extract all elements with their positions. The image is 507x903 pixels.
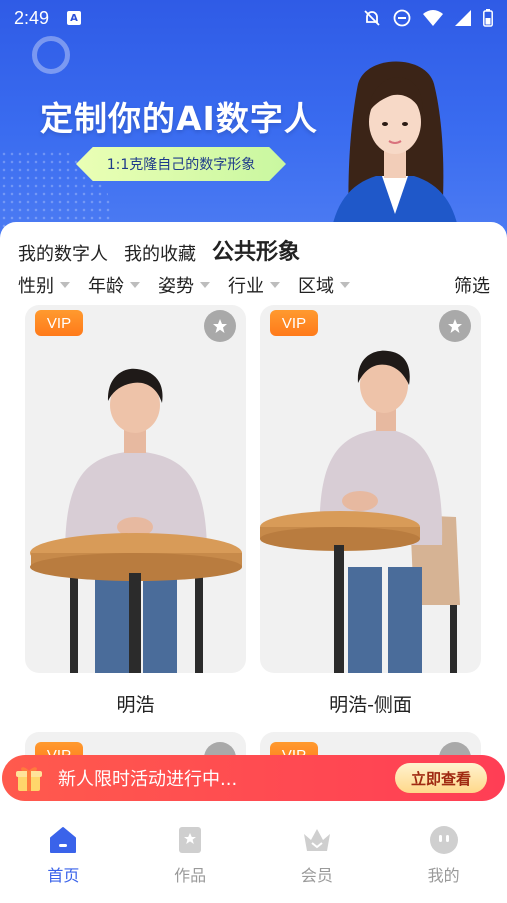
bottom-navigation: 首页 作品 会员 我的: [0, 810, 507, 903]
caret-down-icon: [340, 282, 350, 288]
filter-gender[interactable]: 性别: [18, 272, 70, 298]
filter-industry[interactable]: 行业: [228, 272, 280, 298]
new-user-promo-banner[interactable]: 新人限时活动进行中... 立即查看: [2, 755, 505, 801]
nav-works[interactable]: 作品: [127, 810, 254, 903]
digital-human-avatar: [330, 61, 460, 240]
filter-screen-button[interactable]: 筛选: [454, 272, 490, 298]
battery-icon: [483, 9, 493, 27]
filter-bar: 性别 年龄 姿势 行业 区域 筛选: [18, 272, 490, 298]
wifi-icon: [423, 10, 443, 26]
gift-icon: [16, 767, 42, 791]
status-bar: 2:49 A: [0, 0, 507, 36]
status-icons: [363, 9, 493, 27]
nav-label: 我的: [427, 866, 460, 885]
nav-membership[interactable]: 会员: [254, 810, 381, 903]
banner-subtitle-pill: 1:1克隆自己的数字形象: [76, 147, 286, 181]
nav-label: 首页: [47, 866, 80, 885]
avatar-name-1: 明浩: [116, 694, 155, 716]
mute-bell-icon: [364, 10, 380, 26]
tab-my-digital-human[interactable]: 我的数字人: [18, 240, 108, 266]
avatar-preview-image: [30, 368, 242, 673]
hero-banner[interactable]: 定制你的AI数字人 1:1克隆自己的数字形象: [0, 0, 507, 240]
avatar-card-2[interactable]: VIP: [260, 305, 481, 673]
do-not-disturb-icon: [393, 9, 411, 27]
star-icon: [213, 319, 227, 333]
promo-text: 新人限时活动进行中...: [58, 769, 238, 790]
decor-ring: [32, 36, 70, 74]
filter-age[interactable]: 年龄: [88, 272, 140, 298]
tab-my-favorites[interactable]: 我的收藏: [124, 240, 196, 266]
vip-badge: VIP: [270, 310, 318, 336]
a-icon: A: [67, 11, 82, 25]
caret-down-icon: [60, 282, 70, 288]
status-time: 2:49: [14, 7, 50, 28]
avatar-card-1[interactable]: VIP: [25, 305, 246, 673]
profile-icon: [429, 826, 458, 854]
banner-title: 定制你的AI数字人: [40, 99, 318, 138]
caret-down-icon: [200, 282, 210, 288]
view-now-button[interactable]: 立即查看: [394, 763, 487, 793]
vip-crown-icon: [303, 829, 330, 851]
caret-down-icon: [130, 282, 140, 288]
nav-label: 会员: [300, 866, 333, 885]
favorite-star-button[interactable]: [204, 310, 236, 342]
filter-pose[interactable]: 姿势: [158, 272, 210, 298]
caret-down-icon: [270, 282, 280, 288]
star-icon: [448, 319, 462, 333]
works-icon: [179, 827, 202, 853]
nav-label: 作品: [174, 866, 207, 885]
tab-public-avatars[interactable]: 公共形象: [212, 234, 303, 266]
favorite-star-button[interactable]: [439, 310, 471, 342]
nav-home[interactable]: 首页: [0, 810, 127, 903]
nav-profile[interactable]: 我的: [380, 810, 507, 903]
home-icon: [50, 827, 77, 853]
category-tabs: 我的数字人 我的收藏 公共形象: [18, 234, 303, 266]
signal-icon: [455, 10, 471, 26]
filter-region[interactable]: 区域: [298, 272, 350, 298]
avatar-preview-image: [260, 350, 460, 673]
vip-badge: VIP: [35, 310, 83, 336]
avatar-name-2: 明浩-侧面: [329, 694, 412, 716]
